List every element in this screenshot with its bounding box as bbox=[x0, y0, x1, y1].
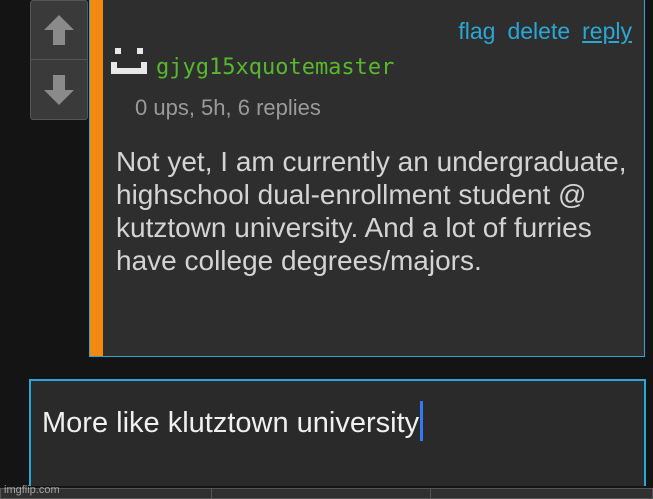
toolbar-tab-2[interactable] bbox=[211, 488, 431, 499]
arrow-down-icon bbox=[44, 75, 74, 105]
face-icon[interactable] bbox=[109, 46, 149, 76]
comment-accent-bar bbox=[90, 0, 103, 356]
reply-link[interactable]: reply bbox=[582, 18, 632, 45]
comment-username[interactable]: gjyg15xquotemaster bbox=[156, 55, 394, 80]
comment-meta: 0 ups, 5h, 6 replies bbox=[135, 95, 321, 120]
flag-link[interactable]: flag bbox=[458, 18, 495, 45]
imgflip-watermark: imgflip.com bbox=[4, 484, 60, 496]
downvote-button[interactable] bbox=[31, 61, 87, 119]
arrow-up-icon bbox=[44, 15, 74, 45]
toolbar-tab-3[interactable] bbox=[430, 488, 653, 499]
comment-body: Not yet, I am currently an undergraduate… bbox=[116, 146, 627, 276]
text-caret bbox=[420, 401, 424, 441]
comment-card: flag delete reply gjyg15xquotemaster 0 u… bbox=[89, 0, 645, 357]
reply-input[interactable]: More like klutztown university bbox=[29, 379, 646, 499]
reply-input-value: More like klutztown university bbox=[42, 407, 420, 439]
upvote-button[interactable] bbox=[31, 1, 87, 60]
reply-input-text: More like klutztown university bbox=[42, 401, 424, 441]
vote-column bbox=[30, 0, 88, 120]
delete-link[interactable]: delete bbox=[507, 18, 570, 45]
comment-actions: flag delete reply bbox=[458, 18, 632, 45]
